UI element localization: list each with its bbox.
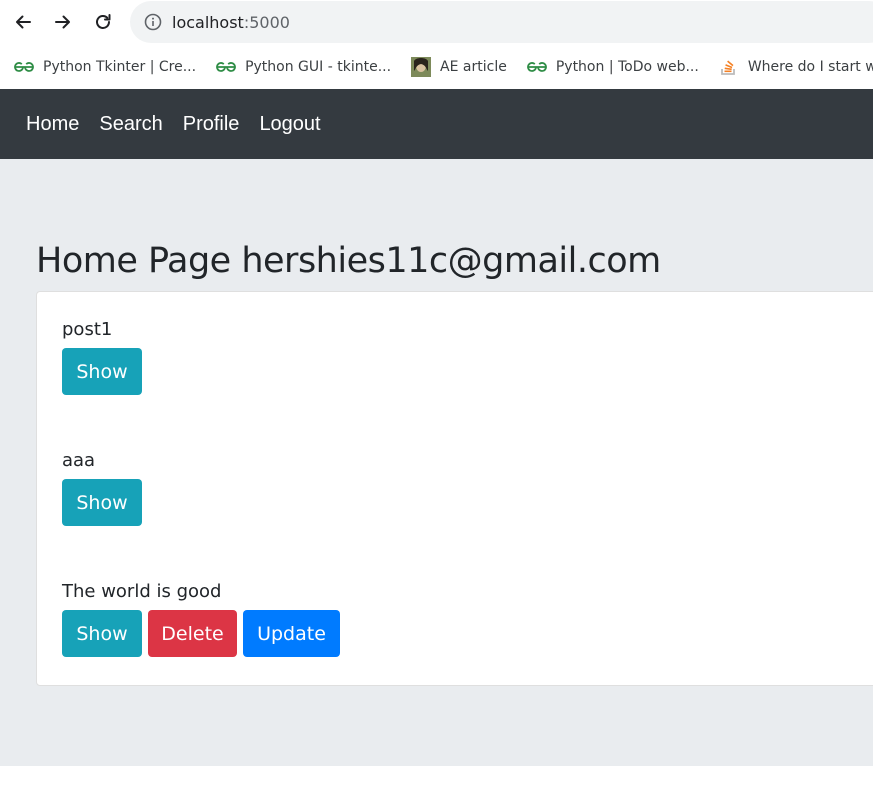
navbar: Home Search Profile Logout: [0, 89, 873, 159]
show-button[interactable]: Show: [62, 479, 142, 526]
reload-icon: [96, 14, 111, 29]
delete-button[interactable]: Delete: [148, 610, 237, 657]
bookmark-item[interactable]: Python | ToDo web...: [526, 59, 699, 75]
nav-search-link[interactable]: Search: [89, 113, 172, 136]
show-button[interactable]: Show: [62, 348, 142, 395]
post-item: The world is good Show Delete Update: [62, 580, 346, 657]
geeksforgeeks-icon: [14, 59, 34, 75]
geeksforgeeks-icon: [216, 59, 236, 75]
post-title: post1: [62, 319, 113, 340]
forward-button[interactable]: [51, 10, 75, 34]
bookmarks-bar: Python Tkinter | Cre... Python GUI - tki…: [0, 44, 873, 89]
nav-logout-link[interactable]: Logout: [249, 113, 330, 136]
post-item: aaa Show: [62, 449, 148, 526]
arrow-left-icon: [16, 15, 31, 29]
nav-profile-link[interactable]: Profile: [173, 113, 250, 136]
back-button[interactable]: [11, 10, 35, 34]
post-title: The world is good: [62, 581, 222, 602]
update-button[interactable]: Update: [243, 610, 340, 657]
geeksforgeeks-icon: [526, 59, 547, 75]
info-icon[interactable]: [144, 13, 162, 31]
reload-button[interactable]: [91, 10, 115, 34]
post-item: post1 Show: [62, 318, 148, 395]
avatar-icon: [411, 56, 432, 77]
page-body: Home Page hershies11c@gmail.com post1 Sh…: [0, 159, 873, 766]
post-title: aaa: [62, 450, 96, 471]
show-button[interactable]: Show: [62, 610, 142, 657]
nav-home-link[interactable]: Home: [16, 113, 89, 136]
bookmark-item[interactable]: AE article: [411, 56, 507, 77]
url-text: localhost:5000: [172, 12, 290, 32]
arrow-right-icon: [55, 15, 70, 29]
posts-card: post1 Show aaa Show The world is good Sh…: [36, 291, 873, 686]
address-bar[interactable]: localhost:5000: [130, 1, 873, 43]
browser-toolbar: localhost:5000: [0, 0, 873, 44]
bookmark-item[interactable]: Python GUI - tkinte...: [216, 59, 391, 75]
page-title: Home Page hershies11c@gmail.com: [36, 241, 661, 281]
stackoverflow-icon: [719, 59, 739, 75]
bookmark-item[interactable]: Python Tkinter | Cre...: [14, 59, 196, 75]
bookmark-item[interactable]: Where do I start wit...: [719, 59, 873, 75]
